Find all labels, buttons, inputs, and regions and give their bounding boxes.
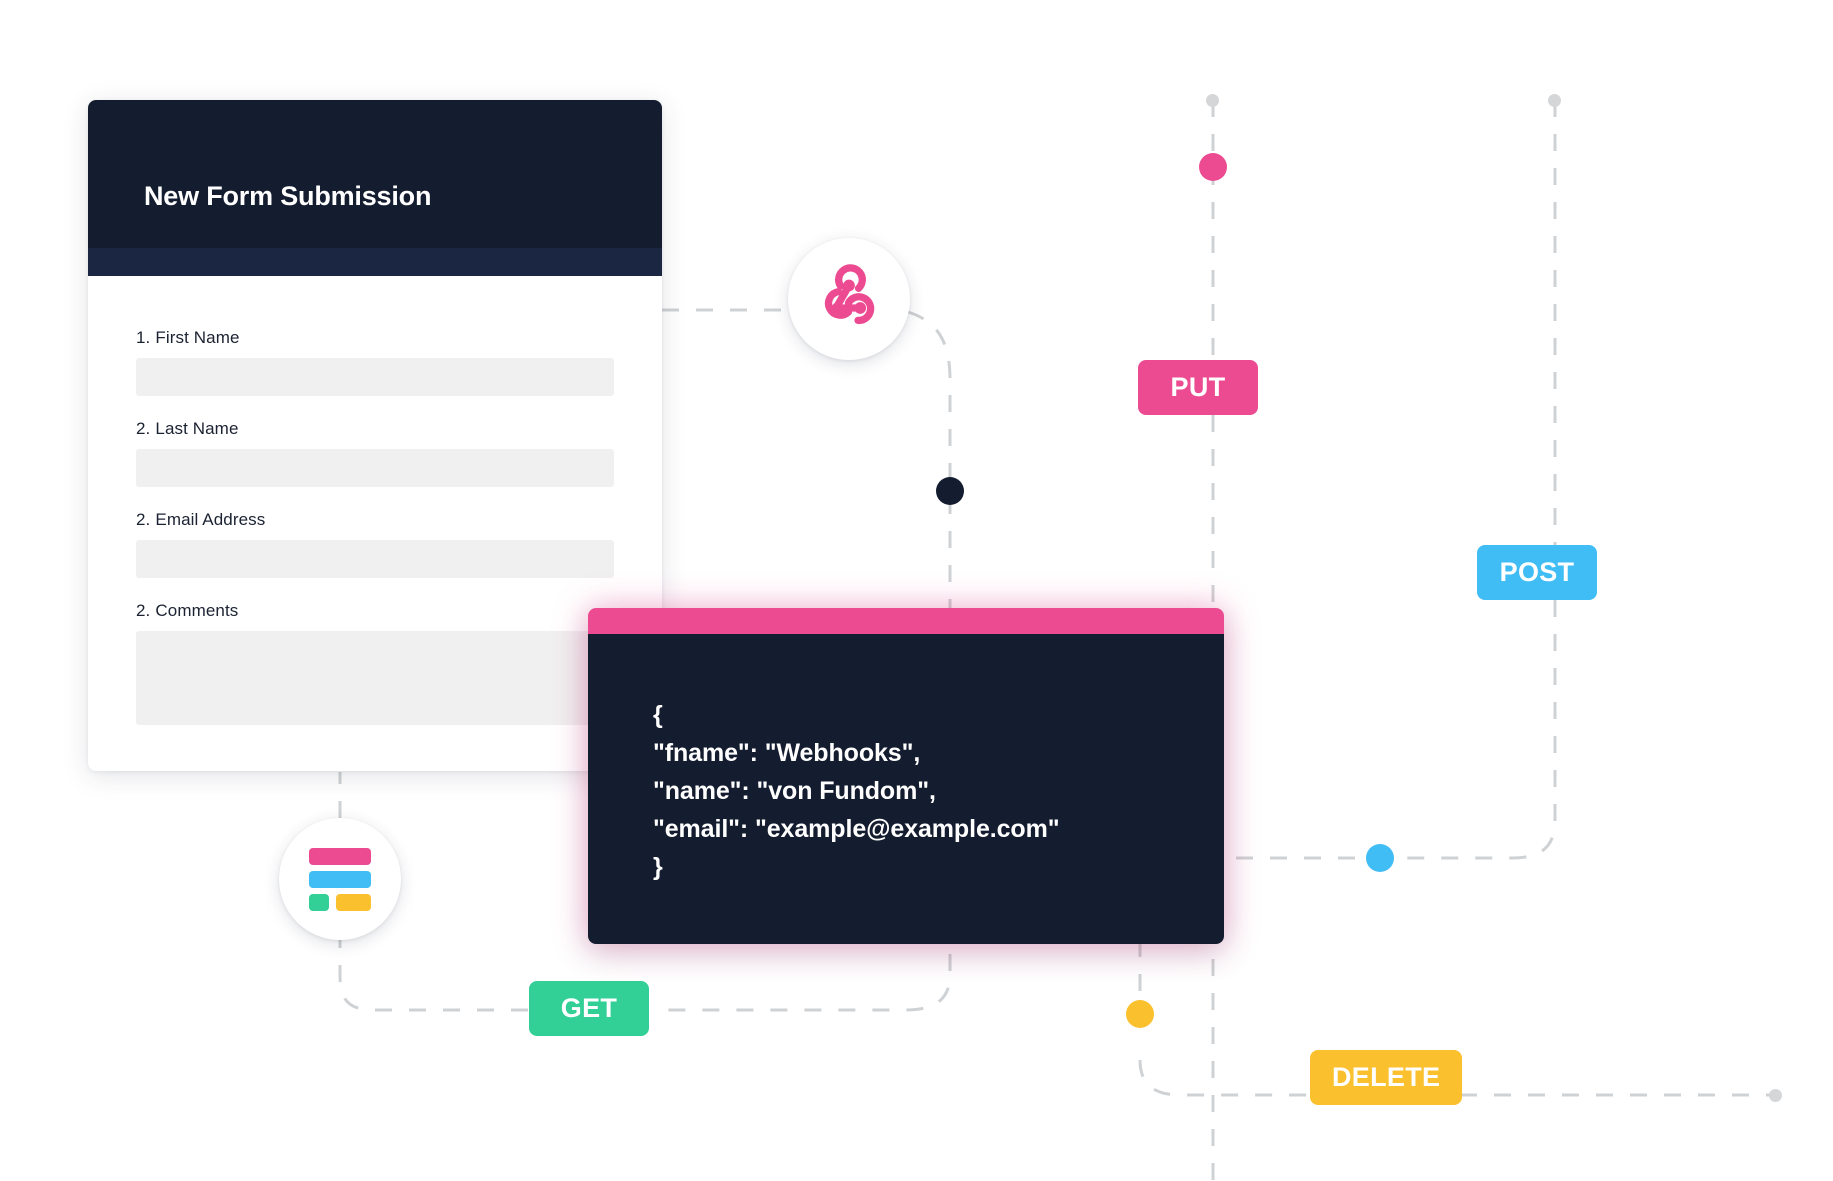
field-number: 2.	[136, 510, 151, 529]
yellow-bar	[336, 893, 371, 911]
email-input[interactable]	[136, 540, 614, 578]
method-badge-delete[interactable]: DELETE	[1310, 1050, 1463, 1105]
field-number: 1.	[136, 328, 151, 347]
node-dark	[936, 477, 964, 505]
field-number: 2.	[136, 601, 151, 620]
field-row-first-name: 1. First Name	[136, 328, 614, 396]
webhook-flow-diagram: New Form Submission 1. First Name 2. Last …	[0, 0, 1833, 1181]
code-panel-body: { "fname": "Webhooks", "name": "von Fund…	[588, 634, 1224, 944]
field-label-first-name: 1. First Name	[136, 328, 614, 348]
field-label-email: 2. Email Address	[136, 510, 614, 530]
code-line: "fname": "Webhooks",	[653, 739, 921, 767]
node-gray-top	[1206, 94, 1219, 107]
bar-row-bottom	[309, 893, 371, 911]
node-gray-bottom-right	[1769, 1089, 1782, 1102]
webhook-node-right	[854, 302, 867, 314]
form-fields-container: 1. First Name 2. Last Name 2. Email Address…	[88, 276, 662, 725]
code-panel-titlebar	[588, 608, 1224, 634]
webhook-icon-badge[interactable]	[788, 238, 910, 360]
field-row-last-name: 2. Last Name	[136, 419, 614, 487]
field-number: 2.	[136, 419, 151, 438]
method-badge-put-label: PUT	[1170, 372, 1226, 402]
path-webhook-down	[907, 310, 952, 608]
field-label-comments: 2. Comments	[136, 601, 614, 621]
webhook-node-left	[831, 302, 844, 314]
node-yellow	[1126, 1000, 1154, 1028]
code-line: "email": "example@example.com"	[653, 815, 1060, 843]
field-label-text: Email Address	[155, 510, 266, 529]
method-badge-put[interactable]: PUT	[1138, 360, 1258, 415]
path-get-to-formicon	[338, 940, 528, 1012]
json-payload-panel: { "fname": "Webhooks", "name": "von Fund…	[588, 608, 1224, 944]
form-list-icon	[309, 847, 371, 911]
blue-bar	[309, 870, 371, 888]
code-line: "name": "von Fundom",	[653, 777, 936, 805]
method-badge-delete-label: DELETE	[1332, 1062, 1441, 1092]
method-badge-get[interactable]: GET	[529, 981, 649, 1036]
first-name-input[interactable]	[136, 358, 614, 396]
webhook-node-top	[843, 279, 855, 292]
comments-textarea[interactable]	[136, 631, 614, 725]
code-line: {	[653, 701, 663, 729]
field-row-email: 2. Email Address	[136, 510, 614, 578]
last-name-input[interactable]	[136, 449, 614, 487]
pink-bar	[309, 847, 371, 865]
field-label-last-name: 2. Last Name	[136, 419, 614, 439]
code-line: }	[653, 853, 663, 881]
webhook-icon	[824, 264, 875, 325]
form-list-icon-badge[interactable]	[279, 818, 401, 940]
field-label-text: First Name	[155, 328, 240, 347]
page-title: New Form Submission	[144, 181, 432, 211]
node-gray-top-right	[1548, 94, 1561, 107]
form-card-header: New Form Submission	[88, 100, 662, 248]
path-yellow-to-delete	[1138, 1059, 1308, 1097]
field-label-text: Comments	[155, 601, 239, 620]
form-header-stripe	[88, 248, 662, 276]
method-badge-post-label: POST	[1499, 557, 1575, 587]
field-row-comments: 2. Comments	[136, 601, 614, 725]
node-pink	[1199, 153, 1227, 181]
path-post-down-curve	[1380, 600, 1557, 860]
method-badge-get-label: GET	[560, 993, 618, 1023]
method-badge-post[interactable]: POST	[1477, 545, 1597, 600]
form-submission-card: New Form Submission 1. First Name 2. Last …	[88, 100, 662, 771]
node-blue	[1366, 844, 1394, 872]
green-bar	[309, 893, 329, 911]
field-label-text: Last Name	[155, 419, 239, 438]
